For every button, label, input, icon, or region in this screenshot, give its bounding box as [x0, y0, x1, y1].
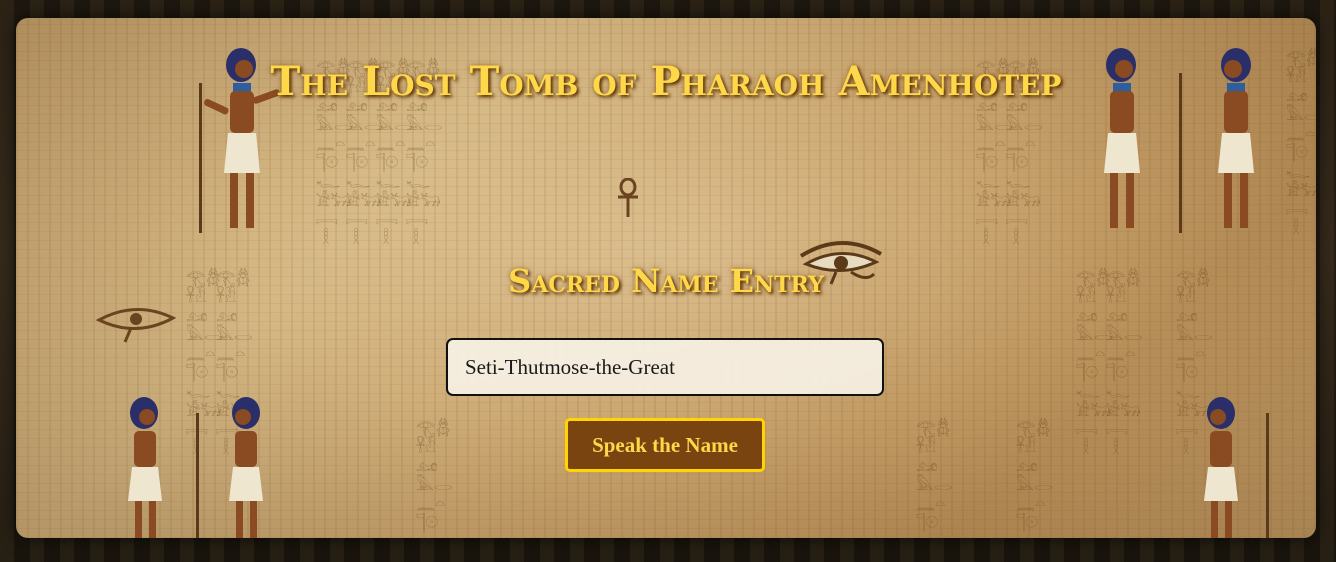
ankh-icon [618, 178, 638, 217]
hieroglyph-column: 𓂀𓆣𓋹𓁟𓃭𓅓𓂋𓈖𓏏𓊹𓇳𓆑𓀀𓃒𓇯𓎛 [416, 418, 453, 538]
hieroglyph-column: 𓂀𓆣𓋹𓁟𓃭𓅓𓂋𓈖𓏏𓊹𓇳𓆑𓀀𓃒𓇯𓎛 [1016, 418, 1053, 538]
tomb-panel: 𓂀𓆣𓋹𓁟𓃭𓅓𓂋𓈖𓏏𓊹𓇳𓆑𓀀𓃒𓇯𓎛 𓂀𓆣𓋹𓁟𓃭𓅓𓂋𓈖𓏏𓊹𓇳𓆑𓀀𓃒𓇯𓎛 𓂀𓆣𓋹𓁟𓃭𓅓… [16, 18, 1316, 538]
section-title: Sacred Name Entry [508, 262, 824, 300]
eye-of-horus-icon [95, 308, 177, 343]
hieroglyph-column: 𓂀𓆣𓋹𓁟𓃭𓅓𓂋𓈖𓏏𓊹𓇳𓆑𓀀𓃒𓇯𓎛 [916, 418, 953, 538]
sacred-name-input[interactable] [446, 338, 884, 396]
egyptian-figure-icon [128, 397, 263, 538]
page-title: The Lost Tomb of Pharaoh Amenhotep [270, 58, 1062, 105]
egyptian-figure-icon [1204, 397, 1269, 538]
speak-the-name-button[interactable]: Speak the Name [565, 418, 765, 472]
